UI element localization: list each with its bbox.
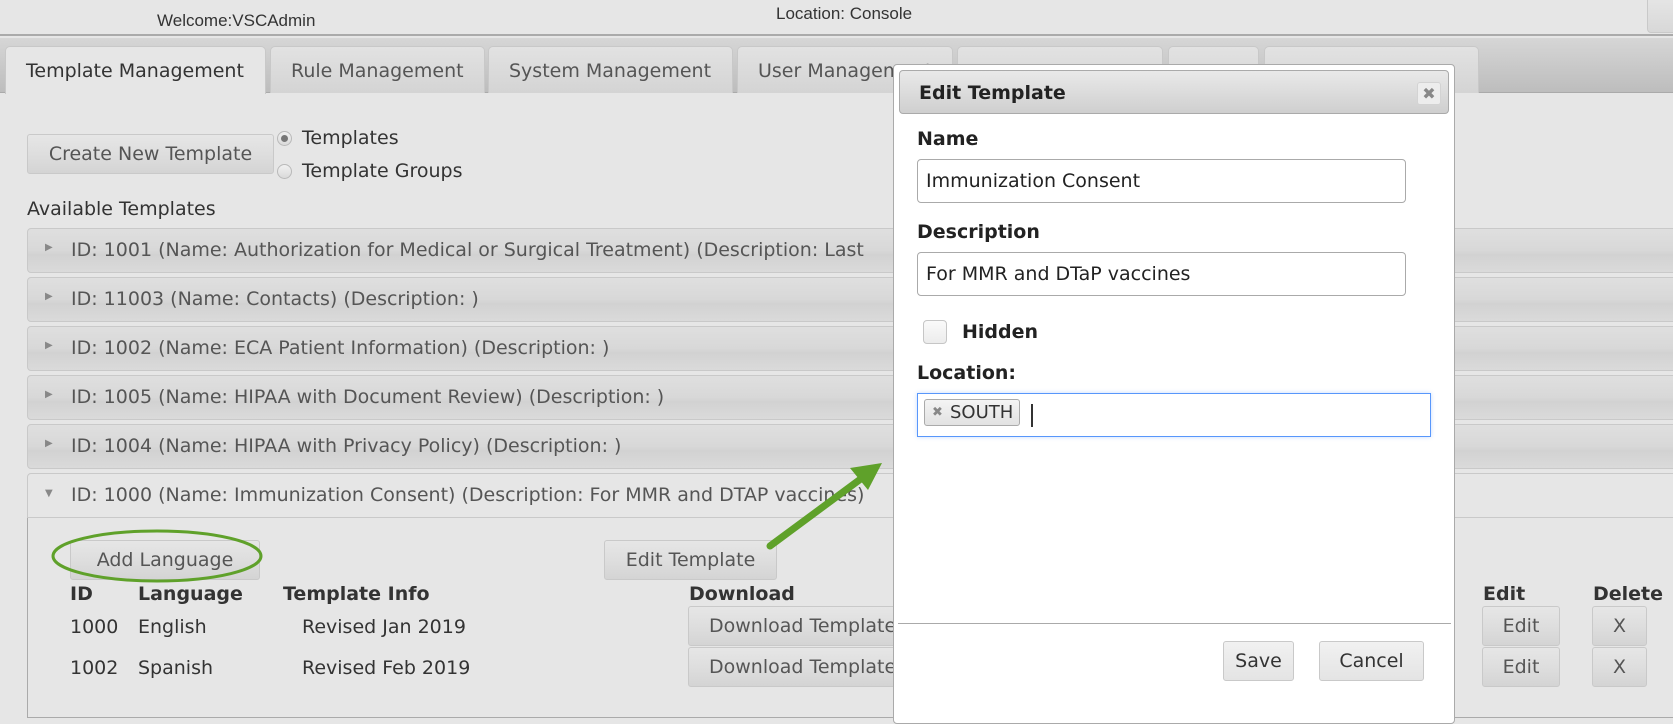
dialog-footer-divider <box>898 623 1451 624</box>
template-row-text: ID: 1000 (Name: Immunization Consent) (D… <box>71 484 865 506</box>
hidden-label: Hidden <box>962 321 1039 343</box>
tab-system-management[interactable]: System Management <box>488 46 733 93</box>
edit-template-button[interactable]: Edit Template <box>604 540 777 580</box>
top-bar: Welcome:VSCAdmin Location: Console <box>0 0 1673 36</box>
templates-radio[interactable] <box>277 131 292 146</box>
template-groups-radio[interactable] <box>277 164 292 179</box>
close-icon[interactable]: ✖ <box>1417 82 1441 105</box>
name-input[interactable] <box>917 159 1406 203</box>
column-header-download: Download <box>689 583 795 605</box>
template-row-text: ID: 1001 (Name: Authorization for Medica… <box>71 239 864 261</box>
tab-rule-management[interactable]: Rule Management <box>270 46 485 93</box>
welcome-text: Welcome:VSCAdmin <box>157 11 316 30</box>
row-id: 1000 <box>70 616 119 638</box>
description-input[interactable] <box>917 252 1406 296</box>
template-row-text: ID: 1004 (Name: HIPAA with Privacy Polic… <box>71 435 622 457</box>
collapsed-triangle-icon: ▶ <box>45 389 53 400</box>
collapsed-triangle-icon: ▶ <box>45 438 53 449</box>
hidden-checkbox[interactable] <box>923 320 947 344</box>
tab-template-management[interactable]: Template Management <box>5 46 266 94</box>
row-language: English <box>138 616 207 638</box>
templates-radio-label: Templates <box>302 127 399 149</box>
create-new-template-button[interactable]: Create New Template <box>27 134 274 174</box>
add-language-button[interactable]: Add Language <box>70 540 260 580</box>
column-header-edit: Edit <box>1483 583 1526 605</box>
column-header-language: Language <box>138 583 243 605</box>
download-template-button[interactable]: Download Template <box>688 606 918 646</box>
text-cursor <box>1031 404 1033 427</box>
column-header-id: ID <box>70 583 93 605</box>
row-template-info: Revised Feb 2019 <box>302 657 471 679</box>
available-templates-title: Available Templates <box>27 198 216 220</box>
collapsed-triangle-icon: ▶ <box>45 291 53 302</box>
template-row-text: ID: 1005 (Name: HIPAA with Document Revi… <box>71 386 665 408</box>
dialog-header[interactable]: Edit Template ✖ <box>899 70 1449 114</box>
dialog-title: Edit Template <box>919 82 1066 104</box>
edit-language-button[interactable]: Edit <box>1482 606 1560 646</box>
location-multiselect[interactable]: ✖ SOUTH <box>917 393 1431 437</box>
edit-language-button[interactable]: Edit <box>1482 647 1560 687</box>
location-label: Location: <box>917 362 1017 384</box>
corner-button[interactable] <box>1647 0 1673 33</box>
edit-template-dialog: Edit Template ✖ Name Description Hidden … <box>893 64 1455 724</box>
cancel-button[interactable]: Cancel <box>1319 641 1424 681</box>
description-label: Description <box>917 221 1040 243</box>
save-button[interactable]: Save <box>1223 641 1294 681</box>
download-template-button[interactable]: Download Template <box>688 647 918 687</box>
collapsed-triangle-icon: ▶ <box>45 242 53 253</box>
remove-tag-icon[interactable]: ✖ <box>932 400 943 425</box>
location-tag: ✖ SOUTH <box>924 399 1021 426</box>
column-header-delete: Delete <box>1593 583 1664 605</box>
location-tag-label: SOUTH <box>950 402 1014 423</box>
row-id: 1002 <box>70 657 119 679</box>
column-header-template-info: Template Info <box>283 583 430 605</box>
row-language: Spanish <box>138 657 214 679</box>
name-label: Name <box>917 128 979 150</box>
expanded-triangle-icon: ▼ <box>45 488 53 499</box>
template-groups-radio-label: Template Groups <box>302 160 463 182</box>
delete-language-button[interactable]: X <box>1592 606 1647 646</box>
location-text: Location: Console <box>776 4 913 23</box>
template-row-text: ID: 1002 (Name: ECA Patient Information)… <box>71 337 610 359</box>
row-template-info: Revised Jan 2019 <box>302 616 466 638</box>
template-row-text: ID: 11003 (Name: Contacts) (Description:… <box>71 288 479 310</box>
collapsed-triangle-icon: ▶ <box>45 340 53 351</box>
delete-language-button[interactable]: X <box>1592 647 1647 687</box>
